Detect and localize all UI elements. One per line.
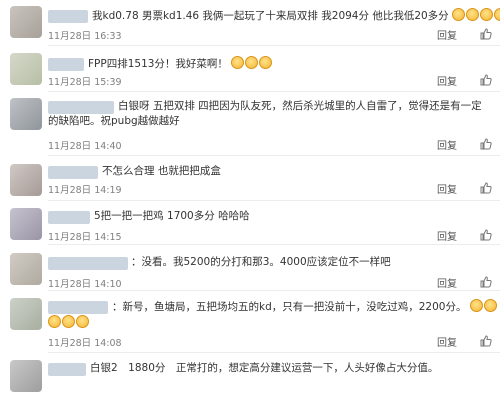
comment-text: ：新号，鱼塘局，五把场均五的kd，只有一把没前十，没吃过鸡，2200分。 bbox=[112, 299, 498, 315]
username-redacted[interactable] bbox=[48, 10, 88, 23]
comment-time: 11月28日 14:10 bbox=[48, 279, 122, 290]
comment-text: FPP四排1513分！我好菜啊！ bbox=[88, 56, 273, 72]
avatar[interactable] bbox=[10, 298, 42, 330]
comment-text: 不怎么合理 也就把把成盒 bbox=[102, 165, 221, 177]
username-redacted[interactable] bbox=[48, 166, 98, 179]
reply-button[interactable]: 回复 bbox=[437, 73, 457, 88]
username-redacted[interactable] bbox=[48, 58, 84, 71]
username-redacted[interactable] bbox=[48, 301, 108, 314]
divider bbox=[48, 352, 500, 353]
thumbs-up-icon[interactable] bbox=[480, 276, 492, 288]
avatar[interactable] bbox=[10, 6, 42, 38]
comment-text: 白银呀 五把双排 四把因为队友死，然后杀光城里的人自雷了，觉得还是有一定的缺陷吧… bbox=[48, 100, 482, 127]
emoji-icon bbox=[259, 56, 273, 69]
reply-button[interactable]: 回复 bbox=[437, 228, 457, 243]
avatar[interactable] bbox=[10, 253, 42, 285]
avatar[interactable] bbox=[10, 360, 42, 392]
reply-button[interactable]: 回复 bbox=[437, 181, 457, 196]
comment-text: 我kd0.78 男票kd1.46 我俩一起玩了十来局双排 我2094分 他比我低… bbox=[92, 8, 500, 24]
divider bbox=[48, 200, 500, 201]
comment-emoji-line bbox=[48, 315, 90, 331]
comment-text-body: ：新号，鱼塘局，五把场均五的kd，只有一把没前十，没吃过鸡，2200分。 bbox=[112, 301, 467, 313]
avatar[interactable] bbox=[10, 164, 42, 196]
emoji-icon bbox=[466, 8, 480, 21]
comment-text: 白银2 1880分 正常打的，想定高分建议运营一下，人头好像占大分值。 bbox=[90, 362, 439, 374]
avatar[interactable] bbox=[10, 98, 42, 130]
divider bbox=[48, 244, 500, 245]
reply-button[interactable]: 回复 bbox=[437, 137, 457, 152]
comment-time: 11月28日 14:19 bbox=[48, 185, 122, 196]
thumbs-up-icon[interactable] bbox=[480, 229, 492, 241]
emoji-icon bbox=[494, 8, 500, 21]
thumbs-up-icon[interactable] bbox=[480, 28, 492, 40]
thumbs-up-icon[interactable] bbox=[480, 74, 492, 86]
comment-time: 11月28日 15:39 bbox=[48, 77, 122, 88]
avatar[interactable] bbox=[10, 208, 42, 240]
divider bbox=[48, 91, 500, 92]
comment-text: 5把一把一把鸡 1700多分 哈哈哈 bbox=[94, 210, 250, 222]
emoji-icon bbox=[452, 8, 466, 21]
username-redacted[interactable] bbox=[48, 211, 90, 224]
emoji-icon bbox=[231, 56, 245, 69]
thumbs-up-icon[interactable] bbox=[480, 138, 492, 150]
comment-time: 11月28日 14:15 bbox=[48, 232, 122, 243]
comment-time: 11月28日 14:40 bbox=[48, 141, 122, 152]
emoji-icon bbox=[62, 315, 75, 328]
avatar[interactable] bbox=[10, 53, 42, 85]
reply-button[interactable]: 回复 bbox=[437, 334, 457, 349]
username-redacted[interactable] bbox=[48, 363, 86, 376]
comment-text: ：没看。我5200的分打和那3。4000应该定位不一样吧 bbox=[131, 256, 391, 268]
emoji-icon bbox=[469, 299, 483, 312]
divider bbox=[48, 155, 500, 156]
emoji-icon bbox=[48, 315, 61, 328]
emoji-icon bbox=[483, 299, 497, 312]
reply-button[interactable]: 回复 bbox=[437, 275, 457, 290]
comment-time: 11月28日 16:33 bbox=[48, 31, 122, 42]
username-redacted[interactable] bbox=[48, 257, 128, 270]
emoji-icon bbox=[245, 56, 259, 69]
divider bbox=[48, 290, 500, 291]
emoji-icon bbox=[480, 8, 494, 21]
comment-list: 我kd0.78 男票kd1.46 我俩一起玩了十来局双排 我2094分 他比我低… bbox=[0, 0, 500, 401]
emoji-icon bbox=[76, 315, 89, 328]
reply-button[interactable]: 回复 bbox=[437, 27, 457, 42]
thumbs-up-icon[interactable] bbox=[480, 182, 492, 194]
comment-text-body: 我kd0.78 男票kd1.46 我俩一起玩了十来局双排 我2094分 他比我低… bbox=[92, 10, 449, 22]
thumbs-up-icon[interactable] bbox=[480, 335, 492, 347]
divider bbox=[48, 45, 500, 46]
comment-time: 11月28日 14:08 bbox=[48, 338, 122, 349]
comment-text-body: FPP四排1513分！我好菜啊！ bbox=[88, 58, 228, 70]
